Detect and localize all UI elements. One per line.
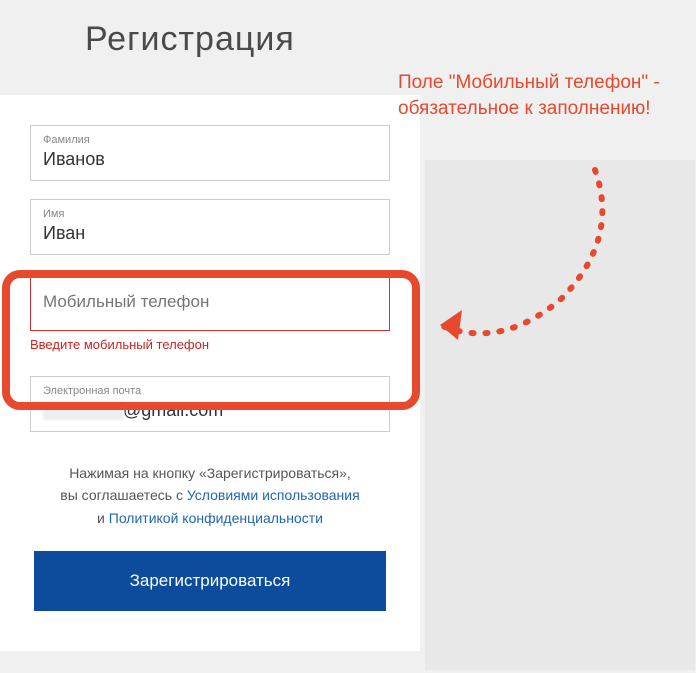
surname-field[interactable]: Фамилия bbox=[30, 125, 390, 181]
email-field[interactable]: Электронная почта @gmail.com bbox=[30, 376, 390, 432]
annotation-text: Поле "Мобильный телефон" - обязательное … bbox=[398, 70, 688, 121]
name-label: Имя bbox=[43, 208, 377, 220]
consent-line3-prefix: и bbox=[97, 510, 109, 526]
email-blurred-prefix bbox=[43, 402, 123, 420]
terms-link[interactable]: Условиями использования bbox=[187, 487, 360, 503]
surname-label: Фамилия bbox=[43, 134, 377, 146]
phone-error: Введите мобильный телефон bbox=[30, 337, 390, 352]
consent-line1: Нажимая на кнопку «Зарегистрироваться», bbox=[69, 465, 351, 481]
redacted-bar bbox=[30, 354, 260, 364]
name-field[interactable]: Имя bbox=[30, 199, 390, 255]
email-label: Электронная почта bbox=[43, 385, 377, 397]
phone-field[interactable] bbox=[30, 273, 390, 331]
register-button[interactable]: Зарегистрироваться bbox=[34, 551, 386, 611]
consent-line2-prefix: вы соглашаетесь с bbox=[60, 487, 187, 503]
privacy-link[interactable]: Политикой конфиденциальности bbox=[109, 510, 323, 526]
consent-text: Нажимая на кнопку «Зарегистрироваться», … bbox=[18, 462, 402, 529]
email-suffix: @gmail.com bbox=[123, 400, 223, 421]
surname-input[interactable] bbox=[43, 149, 377, 170]
phone-input[interactable] bbox=[43, 292, 377, 312]
name-input[interactable] bbox=[43, 223, 377, 244]
side-panel bbox=[425, 160, 695, 670]
registration-form: Фамилия Имя Введите мобильный телефон Эл… bbox=[0, 95, 420, 651]
page-title: Регистрация bbox=[85, 20, 696, 59]
